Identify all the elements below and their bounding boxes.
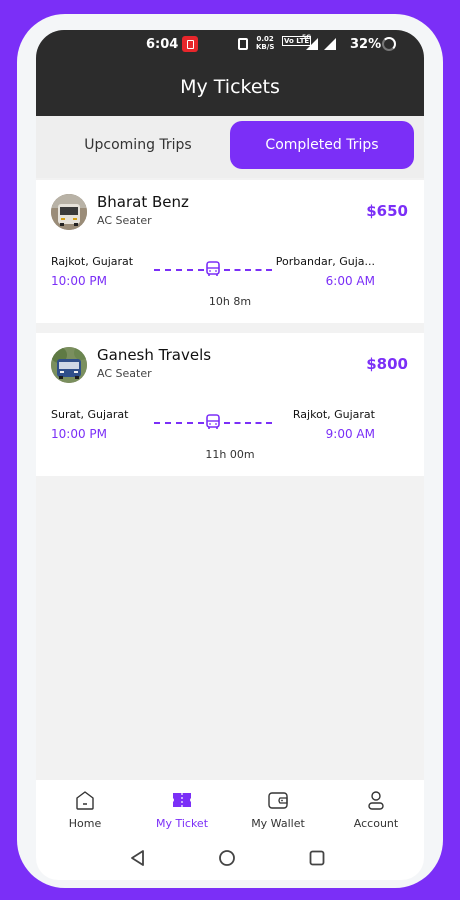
seat-type: AC Seater — [97, 214, 152, 227]
ticket-card[interactable]: Bharat Benz AC Seater $650 Rajkot, Gujar… — [36, 180, 424, 323]
tab-completed-trips[interactable]: Completed Trips — [230, 121, 414, 169]
tab-upcoming-trips[interactable]: Upcoming Trips — [44, 121, 232, 169]
nav-account[interactable]: Account — [331, 788, 421, 830]
arrival-time: 9:00 AM — [325, 427, 375, 441]
system-nav-bar — [36, 836, 424, 880]
trip-duration: 11h 00m — [205, 448, 255, 461]
app-header: My Tickets — [36, 60, 424, 116]
battery-percent: 32% — [350, 37, 382, 52]
account-icon — [368, 791, 384, 810]
vibrate-icon — [238, 38, 248, 50]
wallet-icon — [268, 792, 288, 809]
route-line-left — [154, 422, 204, 424]
departure-time: 10:00 PM — [51, 274, 107, 288]
ticket-price: $650 — [366, 202, 408, 220]
operator-avatar — [51, 347, 87, 383]
data-speed-unit: KB/S — [256, 43, 275, 51]
operator-name: Bharat Benz — [97, 193, 189, 211]
bus-icon — [206, 261, 220, 276]
departure-city: Rajkot, Gujarat — [51, 255, 134, 268]
recent-apps-icon[interactable] — [307, 848, 327, 868]
departure-time: 10:00 PM — [51, 427, 107, 441]
nav-home[interactable]: Home — [40, 788, 130, 830]
arrival-city: Porbandar, Guja... — [275, 255, 375, 268]
trip-tabs: Upcoming Trips Completed Trips — [36, 116, 424, 178]
nav-home-label: Home — [68, 817, 102, 830]
back-icon[interactable] — [128, 848, 148, 868]
bus-icon — [206, 414, 220, 429]
home-icon — [76, 791, 94, 810]
ticket-card[interactable]: Ganesh Travels AC Seater $800 Surat, Guj… — [36, 333, 424, 476]
home-circle-icon[interactable] — [217, 848, 237, 868]
trip-duration: 10h 8m — [208, 295, 252, 308]
battery-icon — [382, 37, 396, 51]
nav-my-wallet[interactable]: My Wallet — [233, 788, 323, 830]
page-title: My Tickets — [180, 76, 280, 98]
app-screen: 6:04 0.02 KB/S Vo LTE 5G 32% My Tickets U… — [36, 30, 424, 880]
bottom-nav: Home My Ticket My Wallet Account — [36, 780, 424, 836]
operator-avatar — [51, 194, 87, 230]
status-bar: 6:04 0.02 KB/S Vo LTE 5G 32% — [36, 30, 424, 60]
signal-icon-secondary — [324, 38, 336, 50]
arrival-city: Rajkot, Gujarat — [292, 408, 375, 421]
status-time: 6:04 — [146, 37, 179, 52]
route-line-right — [224, 422, 272, 424]
signal-icon — [306, 38, 318, 50]
nav-account-label: Account — [353, 817, 399, 830]
route-line-right — [224, 269, 272, 271]
departure-city: Surat, Gujarat — [51, 408, 129, 421]
data-speed-indicator: 0.02 KB/S — [256, 35, 274, 51]
notification-app-icon — [182, 36, 198, 52]
operator-name: Ganesh Travels — [97, 346, 212, 364]
data-speed-value: 0.02 — [256, 35, 274, 43]
ticket-price: $800 — [366, 355, 408, 373]
nav-my-wallet-label: My Wallet — [251, 817, 305, 830]
nav-my-ticket-label: My Ticket — [155, 817, 209, 830]
ticket-icon — [173, 793, 191, 807]
nav-my-ticket[interactable]: My Ticket — [137, 788, 227, 830]
route-line-left — [154, 269, 204, 271]
seat-type: AC Seater — [97, 367, 152, 380]
arrival-time: 6:00 AM — [325, 274, 375, 288]
